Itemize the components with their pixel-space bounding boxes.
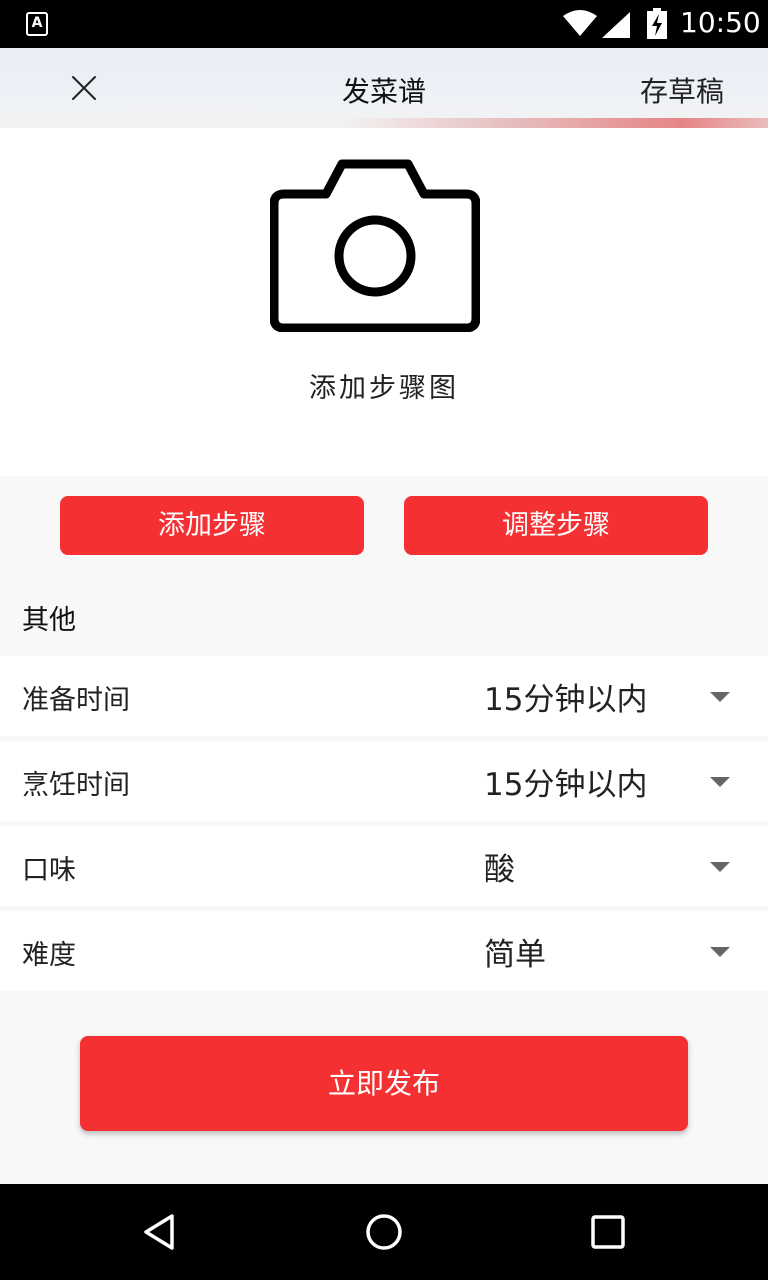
cook-time-value: 15分钟以内 <box>484 767 648 803</box>
flavor-label: 口味 <box>22 855 76 886</box>
wifi-icon <box>563 10 597 38</box>
difficulty-row[interactable]: 难度 简单 <box>0 911 768 991</box>
status-time: 10:50 <box>680 6 761 39</box>
prep-time-label: 准备时间 <box>22 685 130 716</box>
cook-time-label: 烹饪时间 <box>22 770 130 801</box>
home-icon[interactable] <box>364 1212 404 1252</box>
save-draft-button[interactable]: 存草稿 <box>640 70 724 110</box>
prep-time-row[interactable]: 准备时间 15分钟以内 <box>0 656 768 736</box>
adjust-steps-button[interactable]: 调整步骤 <box>404 496 708 555</box>
recent-apps-icon[interactable] <box>588 1212 628 1252</box>
system-nav-bar <box>0 1184 768 1280</box>
difficulty-label: 难度 <box>22 940 76 971</box>
add-step-button[interactable]: 添加步骤 <box>60 496 364 555</box>
close-icon[interactable] <box>68 72 100 104</box>
header-decoration <box>340 118 768 128</box>
prep-time-value: 15分钟以内 <box>484 682 648 718</box>
app-header: 发菜谱 存草稿 <box>0 48 768 128</box>
battery-charging-icon <box>647 8 667 39</box>
chevron-down-icon <box>710 692 730 702</box>
chevron-down-icon <box>710 947 730 957</box>
signal-icon <box>602 12 630 38</box>
back-icon[interactable] <box>140 1212 180 1252</box>
add-step-image-label: 添加步骤图 <box>309 373 459 404</box>
notification-icon: A <box>26 12 48 36</box>
difficulty-value: 简单 <box>484 937 546 973</box>
publish-button[interactable]: 立即发布 <box>80 1036 688 1131</box>
chevron-down-icon <box>710 862 730 872</box>
flavor-value: 酸 <box>484 852 515 888</box>
step-image-upload[interactable]: 添加步骤图 <box>0 128 768 476</box>
status-bar: A 10:50 <box>0 0 768 48</box>
cook-time-row[interactable]: 烹饪时间 15分钟以内 <box>0 741 768 821</box>
camera-icon[interactable] <box>270 158 480 332</box>
flavor-row[interactable]: 口味 酸 <box>0 826 768 906</box>
chevron-down-icon <box>710 777 730 787</box>
other-section-title: 其他 <box>22 605 76 636</box>
